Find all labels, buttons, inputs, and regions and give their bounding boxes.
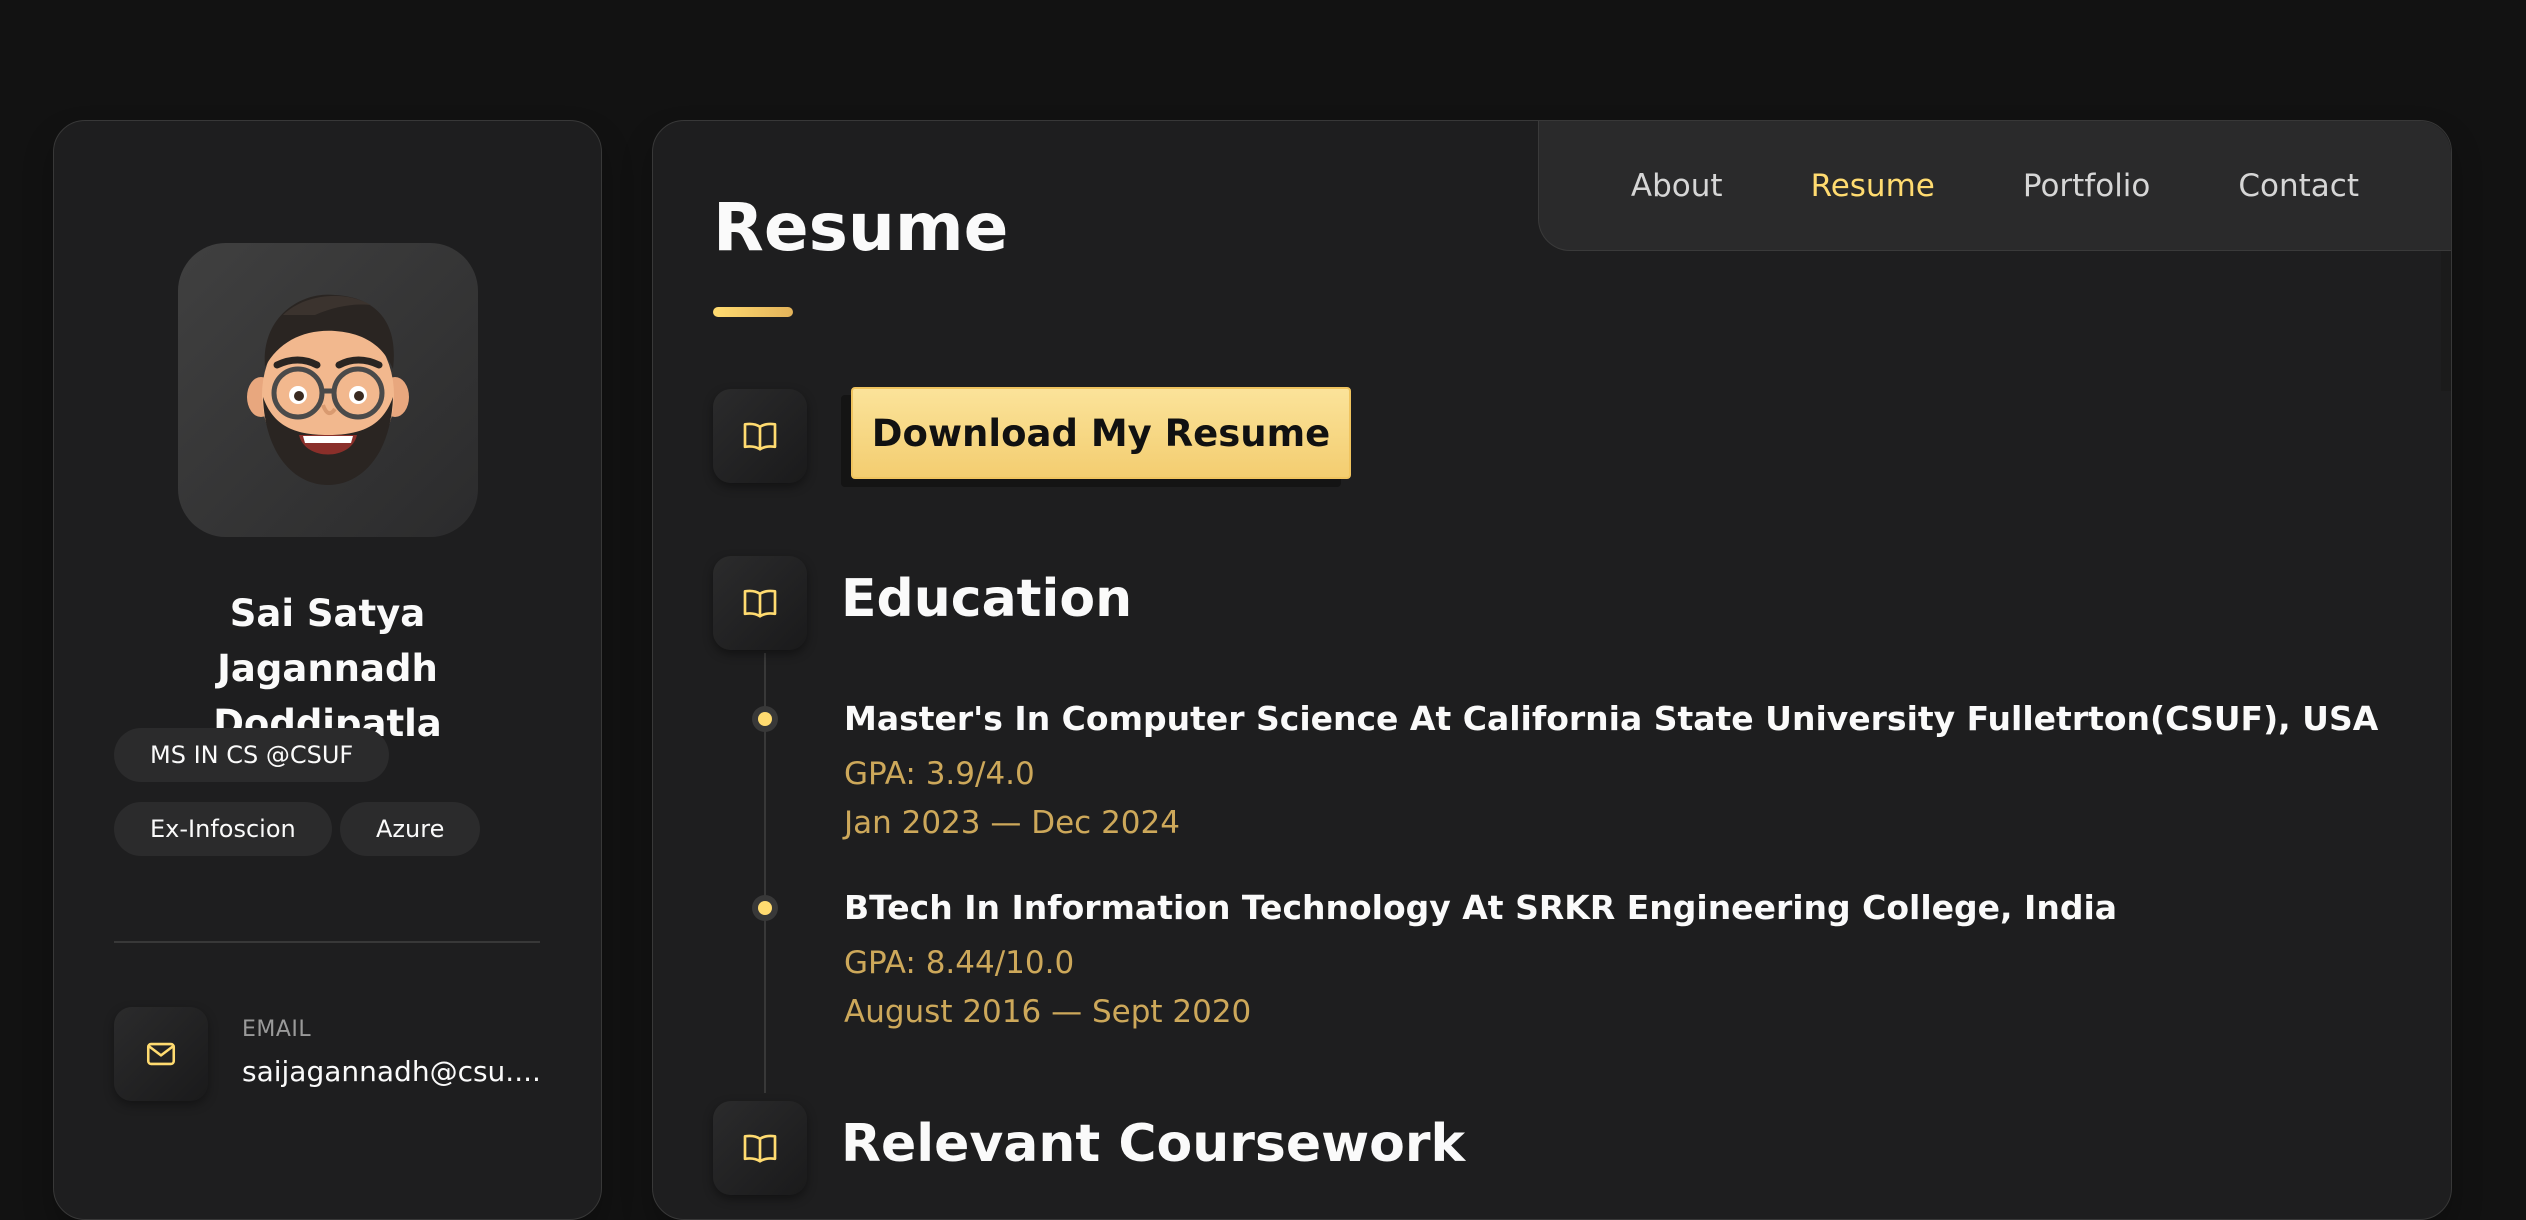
resume-article: About Resume Portfolio Contact Resume Do… bbox=[652, 120, 2452, 1220]
download-icon-box bbox=[713, 389, 807, 483]
timeline-item-dates: Jan 2023 — Dec 2024 bbox=[844, 805, 1180, 841]
title-chip: MS IN CS @CSUF bbox=[114, 728, 390, 782]
timeline-item-gpa: GPA: 8.44/10.0 bbox=[844, 945, 1075, 981]
navbar: About Resume Portfolio Contact bbox=[1538, 121, 2451, 251]
book-icon bbox=[743, 1134, 777, 1163]
nav-contact[interactable]: Contact bbox=[2238, 168, 2359, 204]
contact-icon-box bbox=[114, 1007, 208, 1101]
nav-resume[interactable]: Resume bbox=[1811, 168, 1935, 204]
education-icon-box bbox=[713, 556, 807, 650]
section-title-coursework: Relevant Coursework bbox=[841, 1114, 1466, 1174]
timeline-dot bbox=[752, 895, 778, 921]
memoji-avatar-icon bbox=[247, 294, 409, 485]
avatar bbox=[178, 243, 478, 537]
title-underline bbox=[713, 307, 793, 317]
nav-portfolio[interactable]: Portfolio bbox=[2023, 168, 2151, 204]
timeline-item-gpa: GPA: 3.9/4.0 bbox=[844, 756, 1035, 792]
page-title: Resume bbox=[713, 189, 1009, 266]
timeline-item-title: BTech In Information Technology At SRKR … bbox=[844, 888, 2118, 927]
book-icon bbox=[743, 589, 777, 618]
sidebar: Sai Satya Jagannadh Doddipatla MS IN CS … bbox=[53, 120, 602, 1220]
profile-name: Sai Satya Jagannadh Doddipatla bbox=[213, 592, 442, 745]
title-chip: Azure bbox=[340, 802, 481, 856]
timeline-dot bbox=[752, 706, 778, 732]
book-icon bbox=[743, 422, 777, 451]
timeline-item-dates: August 2016 — Sept 2020 bbox=[844, 994, 1252, 1030]
timeline-item-title: Master's In Computer Science At Californ… bbox=[844, 699, 2379, 738]
nav-about[interactable]: About bbox=[1631, 168, 1723, 204]
sidebar-separator bbox=[114, 941, 540, 943]
coursework-icon-box bbox=[713, 1101, 807, 1195]
section-title-education: Education bbox=[841, 569, 1133, 629]
email-link[interactable]: saijagannadh@csu.... bbox=[242, 1055, 548, 1088]
contact-label: EMAIL bbox=[242, 1017, 312, 1042]
mail-icon bbox=[146, 1042, 176, 1066]
download-resume-button[interactable]: Download My Resume bbox=[851, 387, 1351, 479]
title-chip: Ex-Infoscion bbox=[114, 802, 332, 856]
